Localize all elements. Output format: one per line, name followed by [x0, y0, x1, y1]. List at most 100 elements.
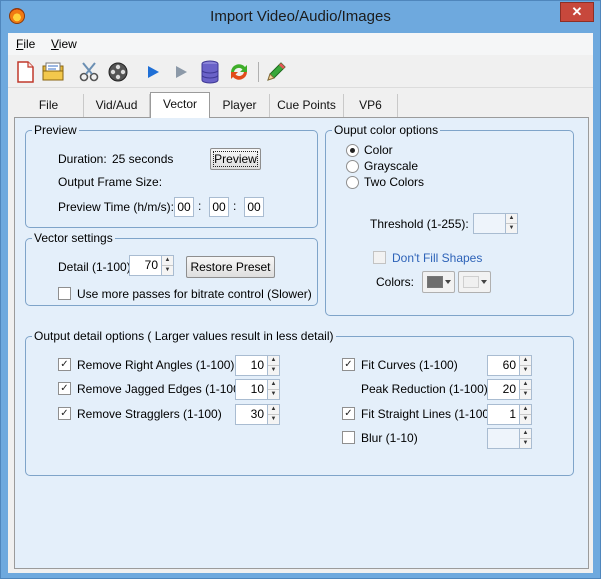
remove-right-angles-checkbox[interactable]: ✓ [58, 358, 71, 371]
remove-jagged-edges-checkbox[interactable]: ✓ [58, 382, 71, 395]
remove-stragglers-checkbox[interactable]: ✓ [58, 407, 71, 420]
preview-button[interactable]: Preview [210, 148, 261, 170]
menu-view[interactable]: View [51, 37, 77, 51]
fit-straight-lines-value[interactable]: 1 [487, 404, 519, 425]
duration-value: 25 seconds [112, 152, 174, 166]
two-colors-option-label: Two Colors [364, 175, 425, 189]
peak-reduction-label: Peak Reduction (1-100) [361, 382, 488, 396]
remove-stragglers-label: Remove Stragglers (1-100) [77, 407, 222, 421]
spin-down-icon[interactable]: ▼ [520, 438, 531, 448]
colors-label: Colors: [376, 275, 415, 289]
remove-jagged-edges-label: Remove Jagged Edges (1-100) [77, 382, 244, 396]
detail-value[interactable]: 70 [129, 255, 161, 276]
spin-down-icon[interactable]: ▼ [520, 414, 531, 424]
preview-group-title: Preview [32, 123, 79, 137]
output-frame-size-label: Output Frame Size: [58, 175, 163, 189]
spin-up-icon[interactable]: ▲ [268, 405, 279, 414]
window-title: Import Video/Audio/Images [210, 8, 391, 25]
threshold-stepper[interactable]: ▲ ▼ [473, 213, 518, 234]
peak-reduction-stepper[interactable]: 20 ▲ ▼ [487, 379, 532, 400]
fit-straight-lines-stepper[interactable]: 1 ▲ ▼ [487, 404, 532, 425]
refresh-icon[interactable] [226, 59, 252, 85]
pencil-icon[interactable] [263, 59, 289, 85]
play-disabled-icon [168, 59, 194, 85]
preview-time-label: Preview Time (h/m/s): [58, 200, 175, 214]
app-window: Import Video/Audio/Images ✕ File View Fi… [0, 0, 601, 579]
fit-curves-label: Fit Curves (1-100) [361, 358, 458, 372]
spin-down-icon[interactable]: ▼ [162, 265, 173, 275]
menu-bar: File View [8, 33, 593, 55]
remove-right-angles-value[interactable]: 10 [235, 355, 267, 376]
toolbar [8, 56, 593, 88]
vector-settings-group: Vector settings Detail (1-100): 70 ▲ ▼ Re… [25, 231, 318, 306]
remove-stragglers-stepper[interactable]: 30 ▲ ▼ [235, 404, 280, 425]
more-passes-checkbox[interactable] [58, 287, 71, 300]
fit-curves-value[interactable]: 60 [487, 355, 519, 376]
play-icon[interactable] [140, 59, 166, 85]
tab-vp6[interactable]: VP6 [344, 94, 398, 118]
title-bar[interactable]: Import Video/Audio/Images ✕ [1, 1, 600, 33]
spin-down-icon[interactable]: ▼ [268, 365, 279, 375]
remove-right-angles-stepper[interactable]: 10 ▲ ▼ [235, 355, 280, 376]
tab-player[interactable]: Player [210, 94, 270, 118]
spin-down-icon[interactable]: ▼ [268, 389, 279, 399]
fit-straight-lines-checkbox[interactable]: ✓ [342, 407, 355, 420]
tab-vid-aud[interactable]: Vid/Aud [84, 94, 150, 118]
preview-minutes-field[interactable]: 00 [209, 197, 229, 217]
remove-stragglers-value[interactable]: 30 [235, 404, 267, 425]
output-color-title: Ouput color options [332, 123, 441, 137]
blur-checkbox[interactable] [342, 431, 355, 444]
preview-seconds-field[interactable]: 00 [244, 197, 264, 217]
preview-hours-field[interactable]: 00 [174, 197, 194, 217]
spin-up-icon[interactable]: ▲ [162, 256, 173, 265]
grayscale-radio[interactable] [346, 160, 359, 173]
color-radio[interactable] [346, 144, 359, 157]
preview-group: Preview Duration: 25 seconds Preview Out… [25, 123, 318, 228]
spin-down-icon[interactable]: ▼ [268, 414, 279, 424]
fit-curves-stepper[interactable]: 60 ▲ ▼ [487, 355, 532, 376]
remove-jagged-edges-value[interactable]: 10 [235, 379, 267, 400]
tab-strip: File Vid/Aud Vector Player Cue Points VP… [14, 92, 589, 118]
detail-stepper[interactable]: 70 ▲ ▼ [129, 255, 174, 276]
threshold-label: Threshold (1-255): [370, 217, 469, 231]
threshold-value[interactable] [473, 213, 505, 234]
restore-preset-button[interactable]: Restore Preset [186, 256, 275, 278]
spin-down-icon[interactable]: ▼ [506, 223, 517, 233]
output-detail-group: Output detail options ( Larger values re… [25, 329, 574, 476]
tab-file[interactable]: File [14, 94, 84, 118]
spin-up-icon[interactable]: ▲ [268, 356, 279, 365]
vector-settings-title: Vector settings [32, 231, 115, 245]
cut-icon[interactable] [76, 59, 102, 85]
spin-up-icon[interactable]: ▲ [506, 214, 517, 223]
time-separator: : [198, 199, 202, 213]
fit-curves-checkbox[interactable]: ✓ [342, 358, 355, 371]
remove-jagged-edges-stepper[interactable]: 10 ▲ ▼ [235, 379, 280, 400]
open-icon[interactable] [40, 59, 66, 85]
menu-file[interactable]: File [16, 37, 35, 51]
spin-up-icon[interactable]: ▲ [520, 380, 531, 389]
peak-reduction-value[interactable]: 20 [487, 379, 519, 400]
tab-cue-points[interactable]: Cue Points [270, 94, 344, 118]
spin-down-icon[interactable]: ▼ [520, 389, 531, 399]
spin-up-icon[interactable]: ▲ [520, 356, 531, 365]
vector-tab-panel: Preview Duration: 25 seconds Preview Out… [14, 117, 589, 569]
fit-straight-lines-label: Fit Straight Lines (1-100) [361, 407, 494, 421]
spin-up-icon[interactable]: ▲ [520, 405, 531, 414]
tab-vector[interactable]: Vector [150, 92, 210, 118]
film-reel-icon[interactable] [105, 59, 131, 85]
color2-picker[interactable] [458, 271, 491, 293]
spin-up-icon[interactable]: ▲ [268, 380, 279, 389]
new-document-icon[interactable] [12, 59, 38, 85]
two-colors-radio[interactable] [346, 176, 359, 189]
dont-fill-shapes-checkbox[interactable] [373, 251, 386, 264]
blur-stepper[interactable]: ▲ ▼ [487, 428, 532, 449]
dont-fill-shapes-label: Don't Fill Shapes [392, 251, 483, 265]
blur-value[interactable] [487, 428, 519, 449]
spin-up-icon[interactable]: ▲ [520, 429, 531, 438]
detail-label: Detail (1-100): [58, 260, 135, 274]
color2-swatch [463, 276, 479, 288]
database-icon[interactable] [197, 59, 223, 85]
close-button[interactable]: ✕ [560, 2, 594, 22]
color1-picker[interactable] [422, 271, 455, 293]
spin-down-icon[interactable]: ▼ [520, 365, 531, 375]
